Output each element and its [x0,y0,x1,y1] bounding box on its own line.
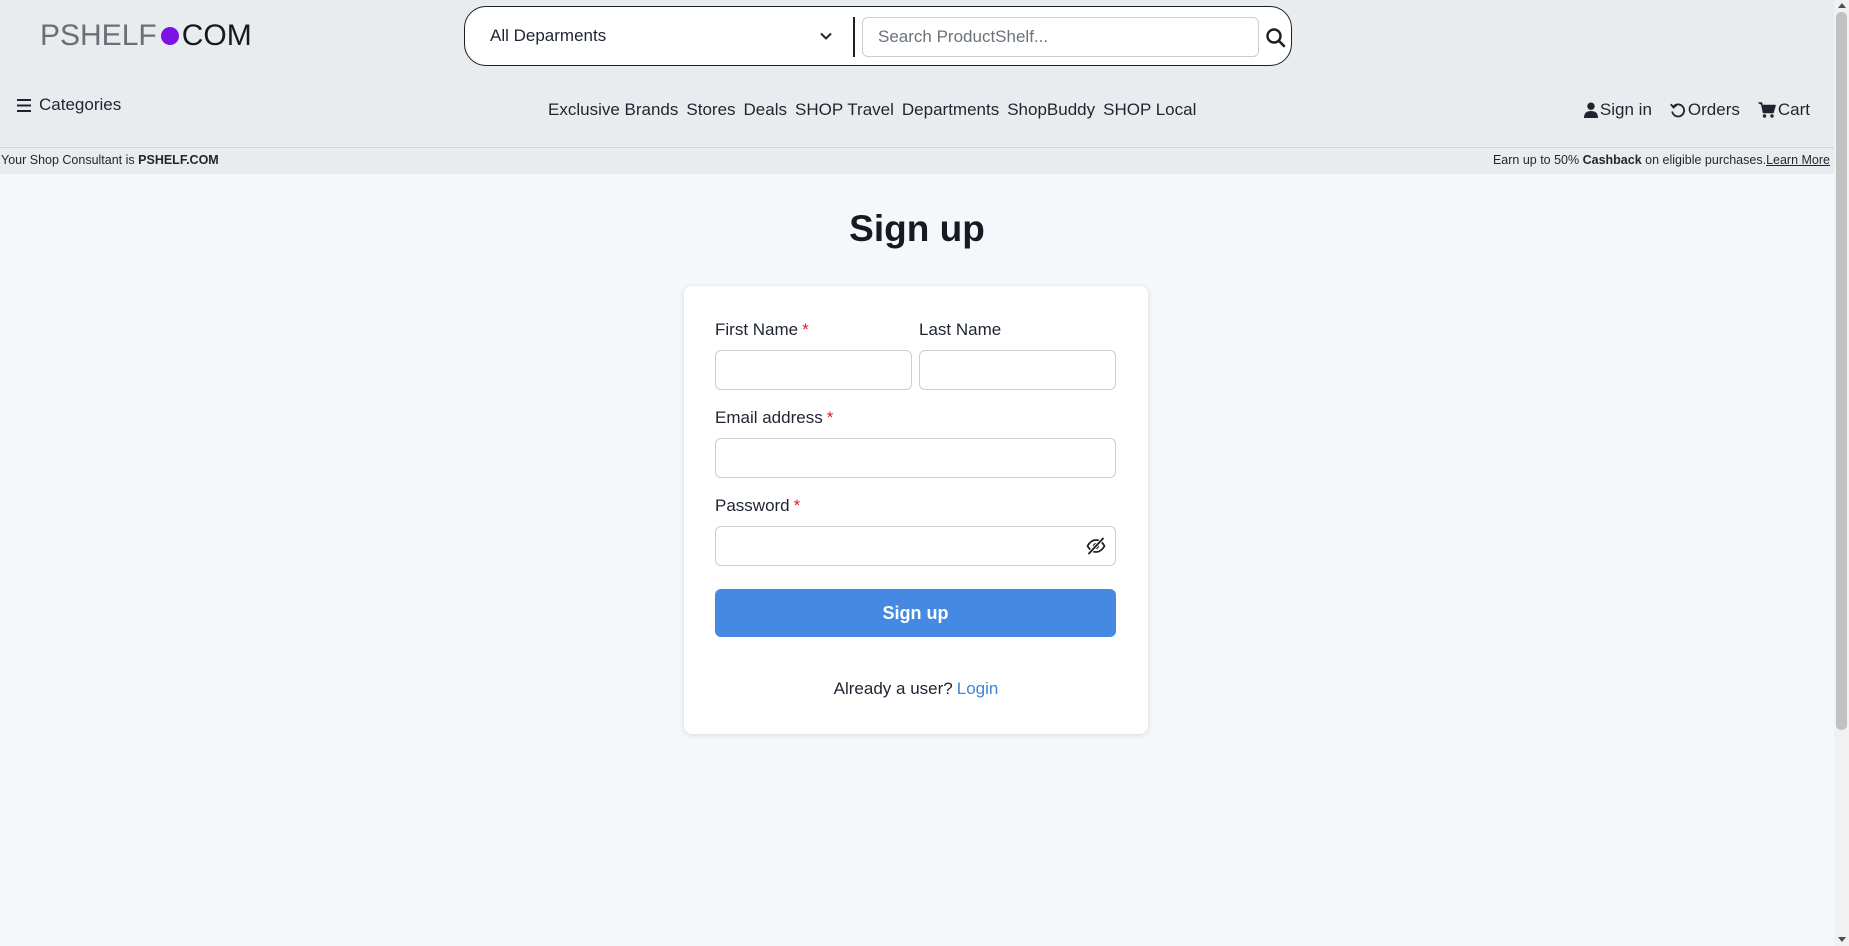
cashback-text: Earn up to 50% Cashback on eligible purc… [1493,153,1830,167]
sign-in-label: Sign in [1599,100,1652,119]
consultant-prefix: Your Shop Consultant is [1,153,139,167]
nav-item-shopbuddy[interactable]: ShopBuddy [1007,100,1095,120]
department-select[interactable]: All Deparments [465,7,853,65]
password-field-wrapper [715,526,1116,566]
first-name-field[interactable] [715,350,912,390]
logo-text-left: PSHELF [40,19,157,52]
email-label: Email address * [715,408,834,427]
last-name-field[interactable] [919,350,1116,390]
info-strip: Your Shop Consultant is PSHELF.COM Earn … [0,148,1834,174]
orders-link[interactable]: Orders [1670,100,1740,120]
learn-more-link[interactable]: Learn More [1766,153,1830,167]
page-title: Sign up [849,208,985,249]
required-marker: * [793,496,801,515]
hamburger-icon [17,98,31,112]
cashback-suffix: on eligible purchases. [1641,153,1767,167]
password-label: Password * [715,496,801,515]
required-marker: * [826,408,834,427]
last-name-label: Last Name [919,320,1002,339]
required-marker: * [802,320,809,339]
cart-label: Cart [1777,100,1810,119]
scroll-down-arrow-icon[interactable] [1838,937,1846,942]
email-field[interactable] [715,438,1116,478]
already-user-text: Already a user? Login [684,679,1148,699]
signup-card: First Name * Last Name Email address * Pas… [684,286,1148,734]
nav-item-stores[interactable]: Stores [686,100,735,120]
orders-label: Orders [1687,100,1740,119]
search-input[interactable] [862,17,1259,57]
sign-in-link[interactable]: Sign in [1583,100,1652,120]
cashback-bold: Cashback [1582,153,1642,167]
already-user-label: Already a user? [833,679,953,698]
search-divider [853,17,855,57]
chevron-down-icon [820,32,832,40]
password-field[interactable] [715,526,1116,566]
shop-consultant-text: Your Shop Consultant is PSHELF.COM [1,153,219,167]
sign-up-button[interactable]: Sign up [715,589,1116,637]
nav-item-deals[interactable]: Deals [744,100,787,120]
cart-link[interactable]: Cart [1758,100,1810,120]
eye-slash-icon[interactable] [1086,536,1106,556]
logo-dot [160,27,179,45]
cashback-prefix: Earn up to 50% [1492,153,1583,167]
site-logo[interactable]: PSHELF COM [40,16,252,56]
first-name-label: First Name * [715,320,809,339]
categories-label: Categories [39,95,122,114]
logo-text-right: COM [181,19,252,52]
scrollbar-thumb[interactable] [1836,12,1847,730]
consultant-name: PSHELF.COM [138,153,219,167]
site-header: PSHELF COM All Deparments Categories Exc… [0,0,1834,148]
nav-item-departments[interactable]: Departments [902,100,999,120]
nav-item-shop-travel[interactable]: SHOP Travel [795,100,894,120]
login-link[interactable]: Login [957,679,999,698]
history-icon [1670,103,1685,118]
search-bar: All Deparments [464,6,1292,66]
user-icon [1583,102,1598,118]
scroll-up-arrow-icon[interactable] [1838,3,1846,8]
account-links: Sign in Orders Cart [1583,100,1810,120]
search-icon[interactable] [1265,27,1287,49]
cart-icon [1758,102,1776,118]
page-scrollbar[interactable] [1834,0,1849,946]
categories-menu-button[interactable]: Categories [17,95,121,115]
nav-item-shop-local[interactable]: SHOP Local [1103,100,1196,120]
nav-item-exclusive-brands[interactable]: Exclusive Brands [548,100,678,120]
department-select-value: All Deparments [490,26,607,45]
main-nav: Exclusive Brands Stores Deals SHOP Trave… [548,100,1204,120]
